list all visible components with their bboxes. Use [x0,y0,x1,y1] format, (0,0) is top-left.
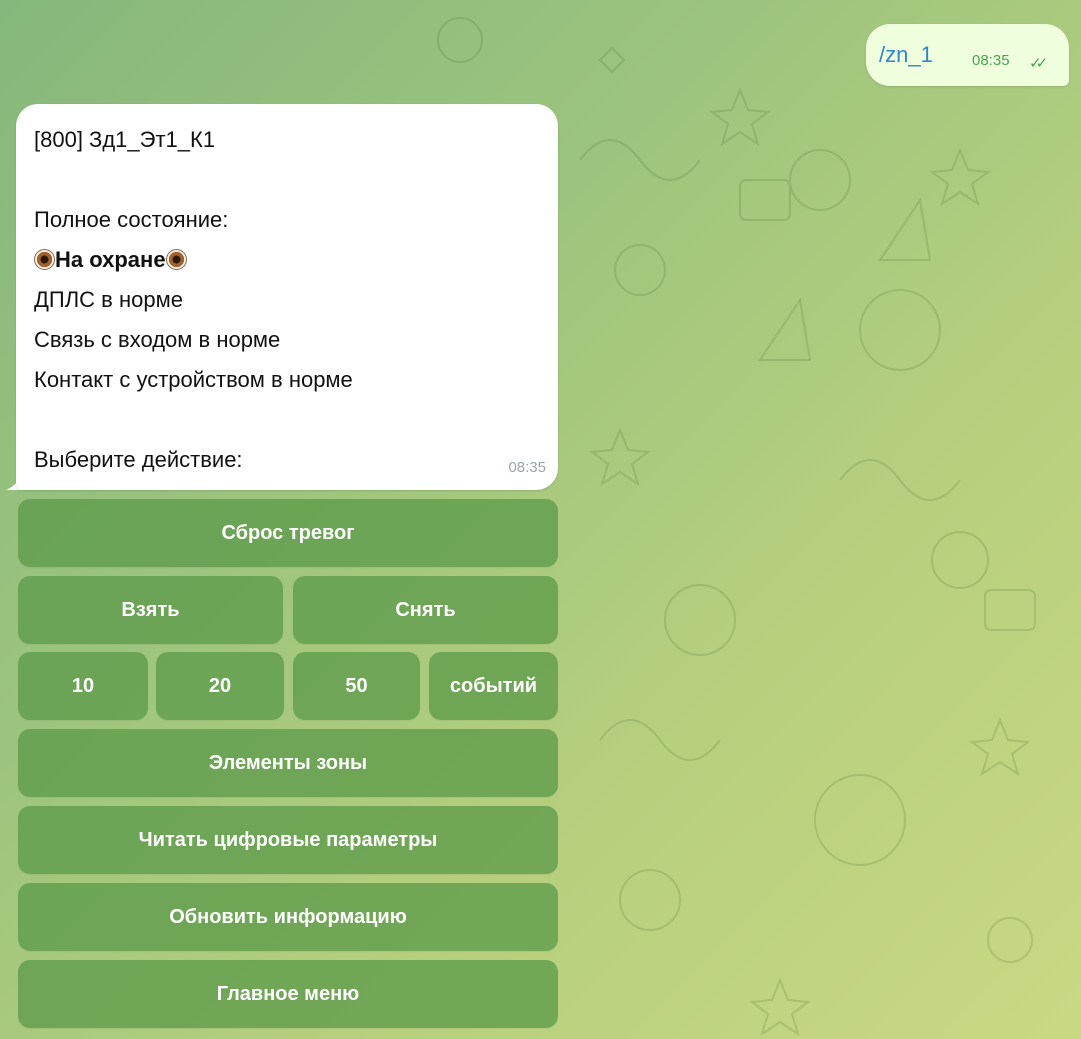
disarm-button[interactable]: Снять [293,576,558,644]
message-text: [800] Зд1_Эт1_К1 Полное состояние: На ох… [34,120,353,480]
eye-icon [34,249,55,270]
status-line: На охране [34,240,353,280]
message-line [34,400,353,440]
reset-alarms-button[interactable]: Сброс тревог [18,499,558,567]
arm-button[interactable]: Взять [18,576,283,644]
message-line: ДПЛС в норме [34,287,183,312]
message-line: Выберите действие: [34,447,243,472]
events-10-button[interactable]: 10 [18,652,148,720]
refresh-info-button[interactable]: Обновить информацию [18,883,558,951]
main-menu-button[interactable]: Главное меню [18,960,558,1028]
message-line: Полное состояние: [34,207,229,232]
zone-elements-button[interactable]: Элементы зоны [18,729,558,797]
incoming-message: [800] Зд1_Эт1_К1 Полное состояние: На ох… [16,104,558,490]
read-digital-params-button[interactable]: Читать цифровые параметры [18,806,558,874]
message-line: Контакт с устройством в норме [34,367,353,392]
command-link[interactable]: /zn_1 [879,42,933,68]
message-time: 08:35 [508,459,546,476]
eye-icon [165,249,187,270]
events-50-button[interactable]: 50 [293,652,420,720]
events-20-button[interactable]: 20 [156,652,284,720]
message-line [34,160,353,200]
status-text: На охране [55,247,166,272]
double-check-icon: ✓✓ [1029,55,1048,72]
message-time: 08:35 [972,52,1010,69]
outgoing-message: /zn_1 08:35 ✓✓ [866,24,1069,86]
message-line: Связь с входом в норме [34,327,281,352]
events-button[interactable]: событий [429,652,558,720]
message-line: [800] Зд1_Эт1_К1 [34,127,216,152]
